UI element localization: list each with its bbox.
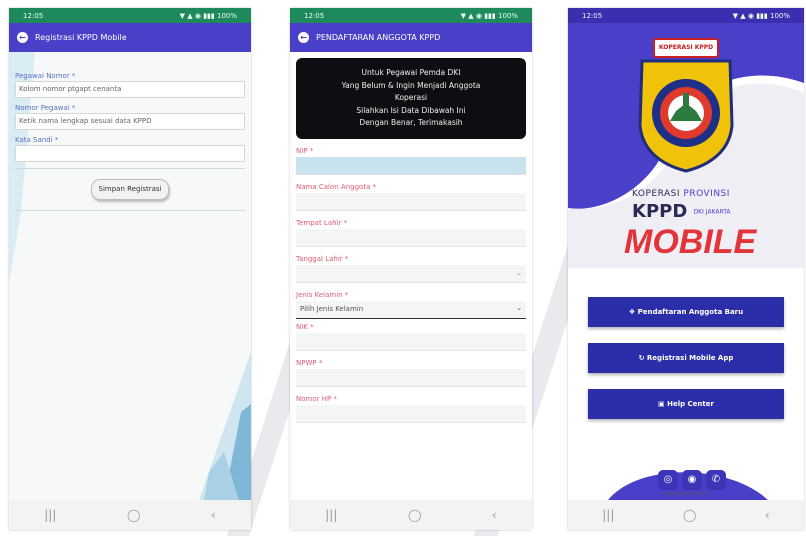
divider — [15, 210, 245, 211]
pin-icon: ❖ — [628, 308, 638, 316]
divider — [15, 168, 245, 169]
nomor-pegawai-input[interactable]: Ketik nama lengkap sesuai data KPPD — [15, 113, 245, 130]
back-icon[interactable]: ‹ — [492, 508, 497, 522]
select-value: Pilih Jenis Kelamin — [300, 304, 364, 313]
form-area: Untuk Pegawai Pemda DKI Yang Belum & Ing… — [290, 52, 532, 500]
nip-input[interactable] — [296, 156, 526, 175]
field-label: Nomor Pegawai * — [15, 104, 76, 112]
phone-icon[interactable]: ✆ — [706, 470, 726, 490]
status-bar: 12:05 ▼ ▲ ◉ ▮▮▮ 100% — [568, 8, 804, 23]
recent-apps-icon[interactable]: ||| — [602, 508, 614, 522]
tempat-lahir-input[interactable] — [296, 228, 526, 247]
home-icon[interactable]: ◯ — [408, 508, 421, 522]
field-label: NPWP * — [296, 358, 323, 367]
button-label: Help Center — [667, 400, 714, 408]
logo-text: KOPERASI PROVINSI — [632, 189, 730, 199]
banner-line: Untuk Pegawai Pemda DKI — [361, 68, 461, 77]
help-icon: ▣ — [658, 400, 668, 408]
phone-registrasi: 12:05 ▼ ▲ ◉ ▮▮▮ 100% ← Registrasi KPPD M… — [9, 8, 251, 530]
home-icon[interactable]: ◯ — [127, 508, 140, 522]
banner-line: Silahkan Isi Data Dibawah Ini — [356, 105, 466, 115]
logo-kppd: KPPD DKI JAKARTA — [632, 201, 731, 222]
page-title: PENDAFTARAN ANGGOTA KPPD — [316, 33, 441, 42]
field-label: Nomor HP * — [296, 394, 337, 403]
info-banner: Untuk Pegawai Pemda DKI Yang Belum & Ing… — [296, 58, 526, 139]
help-center-button[interactable]: ▣ Help Center — [588, 389, 784, 419]
nomor-hp-input[interactable] — [296, 404, 526, 423]
system-nav-bar: ||| ◯ ‹ — [568, 500, 804, 530]
tanggal-lahir-input[interactable]: ⌄ — [296, 264, 526, 283]
home-screen: KOPERASI KPPD KOPERASI PROVINSI KPPD DKI… — [568, 23, 804, 500]
calendar-icon: ⌄ — [516, 268, 522, 277]
phone-pendaftaran: 12:05 ▼ ▲ ◉ ▮▮▮ 100% ← PENDAFTARAN ANGGO… — [290, 8, 532, 530]
button-label: Registrasi Mobile App — [646, 354, 734, 362]
registrasi-mobile-button[interactable]: ↻ Registrasi Mobile App — [588, 343, 784, 373]
footer-text: www.kppd-dki.com — [662, 491, 710, 497]
banner-line: Dengan Benar, Terimakasih — [359, 118, 463, 127]
form-area: Pegawai Nomor * Kolom nomor ptgapt cenan… — [9, 52, 251, 500]
app-bar: ← PENDAFTARAN ANGGOTA KPPD — [290, 23, 532, 52]
field-label: Pegawai Nomor * — [15, 72, 76, 80]
phone-home: 12:05 ▼ ▲ ◉ ▮▮▮ 100% KOPERASI KPPD KOPER… — [568, 8, 804, 530]
logo-kppd-text: KPPD — [632, 201, 688, 222]
back-arrow-icon[interactable]: ← — [17, 32, 28, 43]
npwp-input[interactable] — [296, 368, 526, 387]
field-label: Jenis Kelamin * — [296, 290, 349, 299]
globe-icon[interactable]: ◎ — [658, 470, 678, 490]
logo-dki-text: DKI JAKARTA — [693, 208, 731, 216]
logo-provinsi: PROVINSI — [683, 189, 730, 199]
back-icon[interactable]: ‹ — [765, 508, 770, 522]
simpan-registrasi-button[interactable]: Simpan Registrasi — [91, 179, 169, 200]
logo-mobile: MOBILE — [624, 223, 757, 261]
kata-sandi-input[interactable] — [15, 145, 245, 162]
banner-line: Yang Belum & Ingin Menjadi Anggota — [341, 80, 481, 90]
status-time: 12:05 — [23, 11, 44, 20]
field-label: NIP * — [296, 146, 314, 155]
status-time: 12:05 — [582, 11, 603, 20]
status-icons: ▼ ▲ ◉ ▮▮▮ 100% — [460, 11, 518, 20]
field-label: Tempat Lahir * — [296, 218, 348, 227]
refresh-icon: ↻ — [638, 354, 647, 362]
banner-line: Koperasi — [394, 93, 428, 102]
social-icons: ◎ ◉ ✆ — [658, 470, 726, 490]
back-arrow-icon[interactable]: ← — [298, 32, 309, 43]
kppd-logo: KOPERASI KPPD — [620, 33, 752, 173]
page-title: Registrasi KPPD Mobile — [35, 33, 127, 42]
field-label: Kata Sandi * — [15, 136, 59, 144]
nik-input[interactable] — [296, 332, 526, 351]
logo-badge-text: KOPERASI KPPD — [658, 44, 714, 51]
status-icons: ▼ ▲ ◉ ▮▮▮ 100% — [732, 11, 790, 20]
nama-input[interactable] — [296, 192, 526, 211]
logo-koperasi: KOPERASI — [632, 189, 681, 199]
recent-apps-icon[interactable]: ||| — [44, 508, 56, 522]
recent-apps-icon[interactable]: ||| — [325, 508, 337, 522]
app-bar: ← Registrasi KPPD Mobile — [9, 23, 251, 52]
home-icon[interactable]: ◯ — [683, 508, 696, 522]
status-bar: 12:05 ▼ ▲ ◉ ▮▮▮ 100% — [290, 8, 532, 23]
pegawai-nomor-input[interactable]: Kolom nomor ptgapt cenanta — [15, 81, 245, 98]
menu-buttons: ❖ Pendaftaran Anggota Baru ↻ Registrasi … — [568, 297, 804, 435]
field-label: NIK * — [296, 322, 314, 331]
instagram-icon[interactable]: ◉ — [682, 470, 702, 490]
system-nav-bar: ||| ◯ ‹ — [9, 500, 251, 530]
status-icons: ▼ ▲ ◉ ▮▮▮ 100% — [179, 11, 237, 20]
chevron-down-icon: ⌄ — [516, 303, 522, 312]
jenis-kelamin-select[interactable]: Pilih Jenis Kelamin ⌄ — [296, 300, 526, 319]
status-bar: 12:05 ▼ ▲ ◉ ▮▮▮ 100% — [9, 8, 251, 23]
field-label: Nama Calon Anggota * — [296, 182, 377, 191]
pendaftaran-anggota-button[interactable]: ❖ Pendaftaran Anggota Baru — [588, 297, 784, 327]
system-nav-bar: ||| ◯ ‹ — [290, 500, 532, 530]
status-time: 12:05 — [304, 11, 325, 20]
field-label: Tanggal Lahir * — [296, 254, 349, 263]
button-label: Pendaftaran Anggota Baru — [637, 308, 744, 316]
back-icon[interactable]: ‹ — [211, 508, 216, 522]
